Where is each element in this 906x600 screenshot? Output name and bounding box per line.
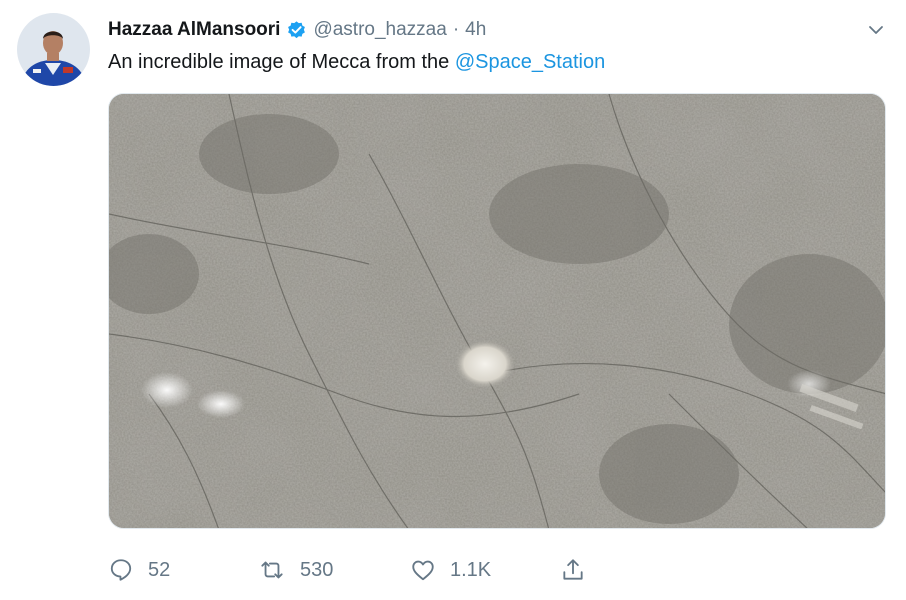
tweet-header: Hazzaa AlMansoori @astro_hazzaa · 4h bbox=[108, 17, 486, 43]
satellite-photo bbox=[109, 94, 885, 528]
tweet[interactable]: Hazzaa AlMansoori @astro_hazzaa · 4h An … bbox=[0, 0, 906, 600]
like-count: 1.1K bbox=[450, 558, 492, 581]
share-icon bbox=[560, 557, 586, 583]
handle[interactable]: @astro_hazzaa bbox=[313, 19, 446, 41]
like-button[interactable]: 1.1K bbox=[410, 553, 491, 587]
retweet-icon bbox=[258, 557, 286, 583]
tweet-text-body: An incredible image of Mecca from the bbox=[108, 51, 455, 73]
tweet-media-image[interactable] bbox=[108, 93, 886, 529]
share-button[interactable] bbox=[560, 553, 586, 587]
avatar[interactable] bbox=[17, 13, 90, 86]
reply-count: 52 bbox=[148, 558, 171, 581]
retweet-button[interactable]: 530 bbox=[258, 553, 333, 587]
verified-badge-icon bbox=[286, 20, 307, 41]
mention-link[interactable]: @Space_Station bbox=[455, 51, 605, 73]
separator-dot: · bbox=[452, 19, 460, 40]
reply-icon bbox=[108, 557, 134, 583]
tweet-text: An incredible image of Mecca from the @S… bbox=[108, 49, 605, 75]
tweet-actions: 52 530 1.1K bbox=[108, 553, 708, 587]
reply-button[interactable]: 52 bbox=[108, 553, 170, 587]
timestamp[interactable]: 4h bbox=[465, 19, 486, 41]
display-name[interactable]: Hazzaa AlMansoori bbox=[108, 19, 280, 41]
retweet-count: 530 bbox=[300, 558, 334, 581]
chevron-down-icon[interactable] bbox=[866, 20, 886, 40]
heart-icon bbox=[410, 557, 436, 583]
